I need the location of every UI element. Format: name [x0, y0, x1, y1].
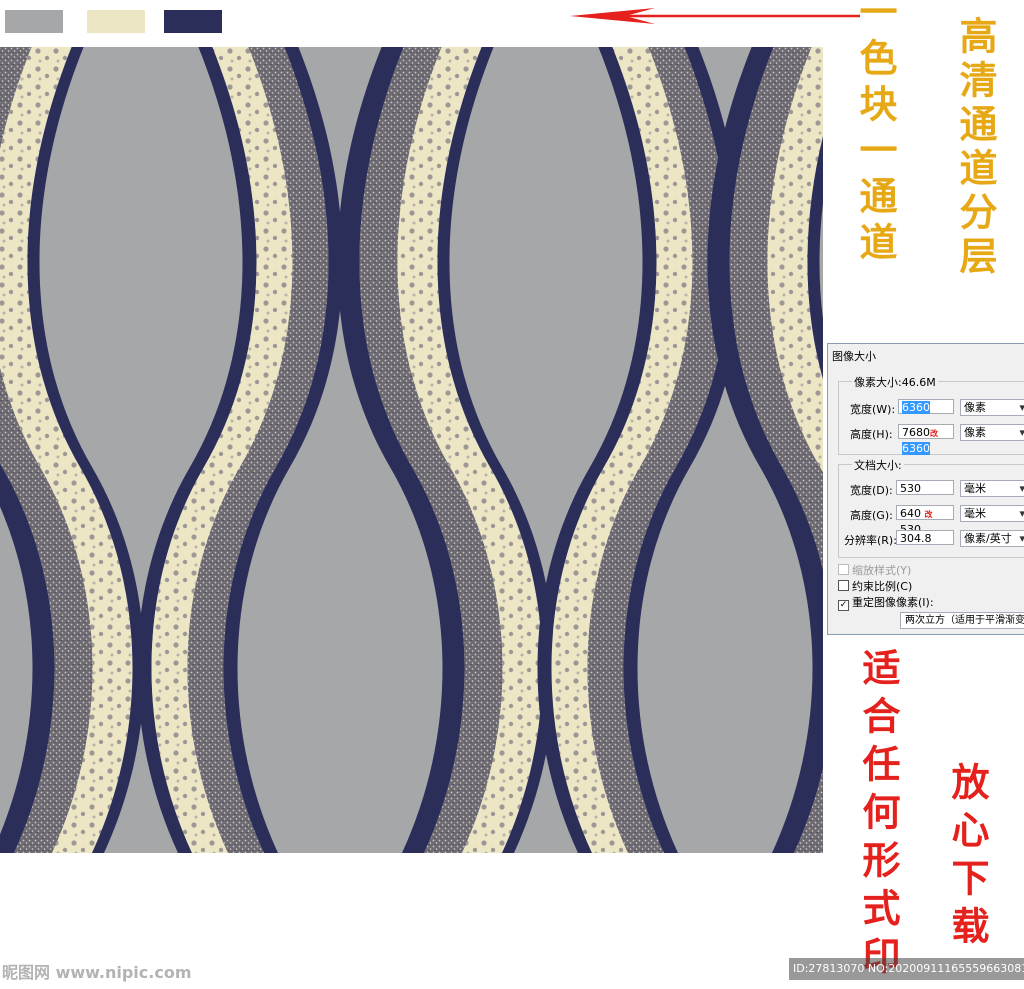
resolution-unit-select[interactable]: 像素/英寸 [960, 530, 1024, 547]
width-label: 宽度(W): [850, 403, 896, 416]
scale-styles-label: 缩放样式(Y) [852, 564, 912, 577]
constrain-proportions-checkbox[interactable]: 约束比例(C) [838, 578, 912, 594]
resample-label: 重定图像像素(I): [852, 596, 934, 609]
height-change-mark: 改 [930, 429, 938, 438]
color-swatch-cream [87, 10, 145, 33]
height-value: 6360 [902, 442, 930, 455]
doc-width-label: 宽度(D): [850, 484, 893, 497]
color-swatch-gray [5, 10, 63, 33]
site-watermark: 昵图网 www.nipic.com [2, 963, 192, 982]
doc-width-unit-select[interactable]: 毫米 [960, 480, 1024, 497]
image-id-bar: ID:27813070 NO:20200911165559663081 [789, 958, 1024, 980]
scale-styles-checkbox[interactable]: 缩放样式(Y) [838, 562, 911, 578]
doc-height-label: 高度(G): [850, 509, 893, 522]
slogan-fit-print: 适合任何形式印 [856, 648, 901, 984]
pixel-size-label: 像素大小:46.6M [852, 374, 938, 390]
slogan-download: 放心下载 [945, 762, 990, 954]
dialog-title: 图像大小 [832, 350, 876, 363]
doc-height-old-value: 640 [900, 507, 921, 520]
width-unit-select[interactable]: 像素 [960, 399, 1024, 416]
height-old-value: 7680 [902, 426, 930, 439]
wave-pattern [0, 47, 823, 853]
width-input[interactable]: 6360 [898, 399, 954, 414]
color-swatch-navy [164, 10, 222, 33]
width-value: 6360 [902, 401, 930, 414]
doc-width-input[interactable]: 530 [896, 480, 954, 495]
resample-method-select[interactable]: 两次立方（适用于平滑渐变 [900, 612, 1024, 629]
doc-height-input[interactable]: 640 改 530 [896, 505, 954, 536]
slogan-hd-layers: 高清通道分层 [953, 16, 998, 280]
resolution-label: 分辨率(R): [844, 534, 897, 547]
constrain-label: 约束比例(C) [852, 580, 913, 593]
doc-height-unit-select[interactable]: 毫米 [960, 505, 1024, 522]
slogan-channel: 一色块一通道 [853, 0, 898, 268]
pixel-size-group [838, 381, 1024, 455]
resample-checkbox[interactable]: ✓ 重定图像像素(I): [838, 594, 934, 611]
height-label: 高度(H): [850, 428, 893, 441]
doc-height-change-mark: 改 [924, 510, 933, 519]
height-unit-select[interactable]: 像素 [960, 424, 1024, 441]
image-size-dialog: 图像大小 像素大小:46.6M 宽度(W): 6360 像素 高度(H): 76… [827, 343, 1024, 635]
arrow-left-icon [570, 8, 860, 24]
doc-size-label: 文档大小: [852, 457, 904, 473]
resolution-input[interactable]: 304.8 [896, 530, 954, 545]
height-input[interactable]: 7680改6360 [898, 424, 954, 455]
